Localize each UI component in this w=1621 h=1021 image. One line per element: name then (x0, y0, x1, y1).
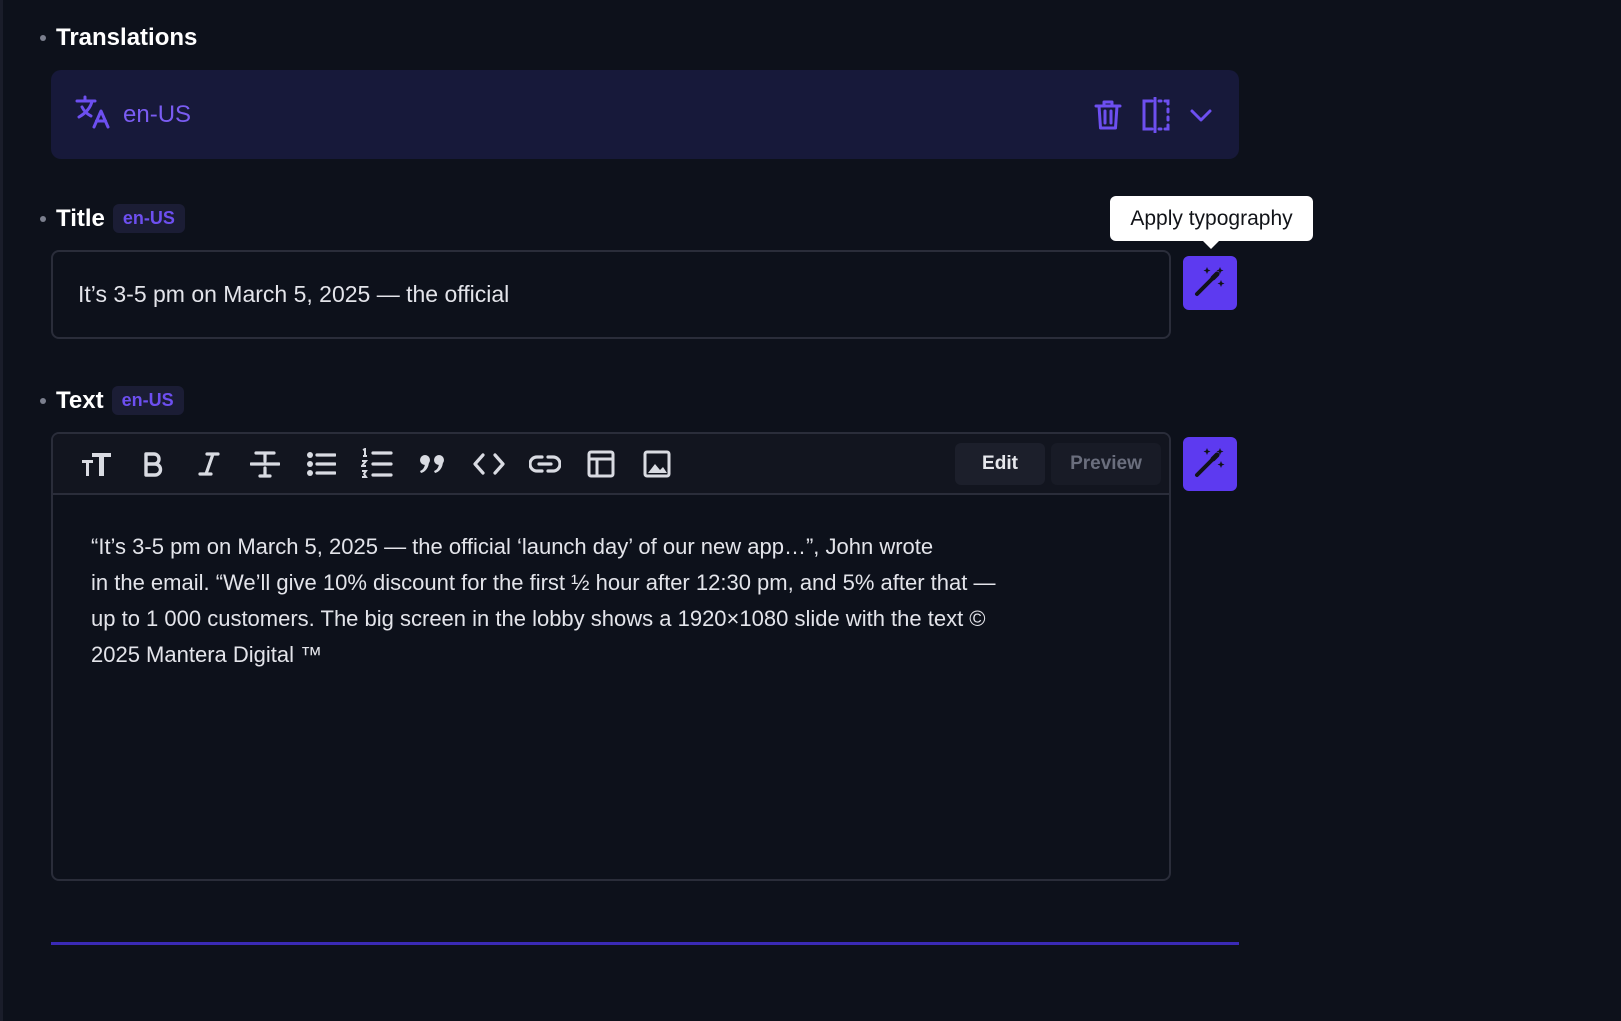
title-heading: Title (56, 204, 105, 232)
text-apply-typography-button[interactable] (1183, 437, 1237, 491)
section-divider (51, 942, 1239, 945)
tooltip-text: Apply typography (1130, 206, 1293, 230)
bold-icon[interactable] (125, 444, 181, 484)
magic-wand-icon (1193, 445, 1227, 484)
translation-item[interactable]: en-US (51, 70, 1239, 159)
title-label: Title en-US (40, 204, 185, 233)
markdown-editor[interactable]: Edit Preview “It’s 3-5 pm on March 5, 20… (51, 432, 1171, 881)
bullet-dot (40, 35, 46, 41)
strikethrough-icon[interactable] (237, 444, 293, 484)
trash-icon[interactable] (1093, 99, 1123, 131)
title-language-chip: en-US (112, 204, 185, 233)
text-line: 2025 Mantera Digital ™ (91, 642, 323, 667)
tab-preview[interactable]: Preview (1051, 442, 1161, 485)
split-view-icon[interactable] (1139, 96, 1171, 133)
text-heading: Text (56, 386, 104, 414)
text-line: up to 1 000 customers. The big screen in… (91, 606, 986, 631)
chevron-down-icon[interactable] (1187, 105, 1215, 125)
tab-edit[interactable]: Edit (955, 442, 1045, 485)
title-apply-typography-button[interactable] (1183, 256, 1237, 310)
editor-toolbar: Edit Preview (53, 434, 1169, 495)
text-line: “It’s 3-5 pm on March 5, 2025 — the offi… (91, 534, 934, 559)
translations-heading: Translations (56, 24, 198, 51)
editor-content[interactable]: “It’s 3-5 pm on March 5, 2025 — the offi… (53, 495, 1169, 673)
link-icon[interactable] (517, 444, 573, 484)
title-value: It’s 3-5 pm on March 5, 2025 — the offic… (78, 281, 510, 307)
bullet-dot (40, 215, 46, 222)
title-input[interactable]: It’s 3-5 pm on March 5, 2025 — the offic… (51, 250, 1171, 339)
translations-label: Translations (40, 24, 197, 52)
translate-icon (75, 95, 111, 134)
text-line: in the email. “We’ll give 10% discount f… (91, 570, 996, 595)
bullet-dot (40, 397, 46, 404)
text-label: Text en-US (40, 386, 184, 415)
bulleted-list-icon[interactable] (293, 444, 349, 484)
numbered-list-icon[interactable] (349, 444, 405, 484)
table-icon[interactable] (573, 444, 629, 484)
code-icon[interactable] (461, 444, 517, 484)
left-border (0, 0, 3, 1021)
quote-icon[interactable] (405, 444, 461, 484)
text-language-chip: en-US (111, 386, 184, 415)
heading-icon[interactable] (69, 444, 125, 484)
image-icon[interactable] (629, 444, 685, 484)
magic-wand-icon (1193, 264, 1227, 303)
apply-typography-tooltip: Apply typography (1110, 196, 1313, 249)
italic-icon[interactable] (181, 444, 237, 484)
translation-language: en-US (123, 100, 192, 128)
